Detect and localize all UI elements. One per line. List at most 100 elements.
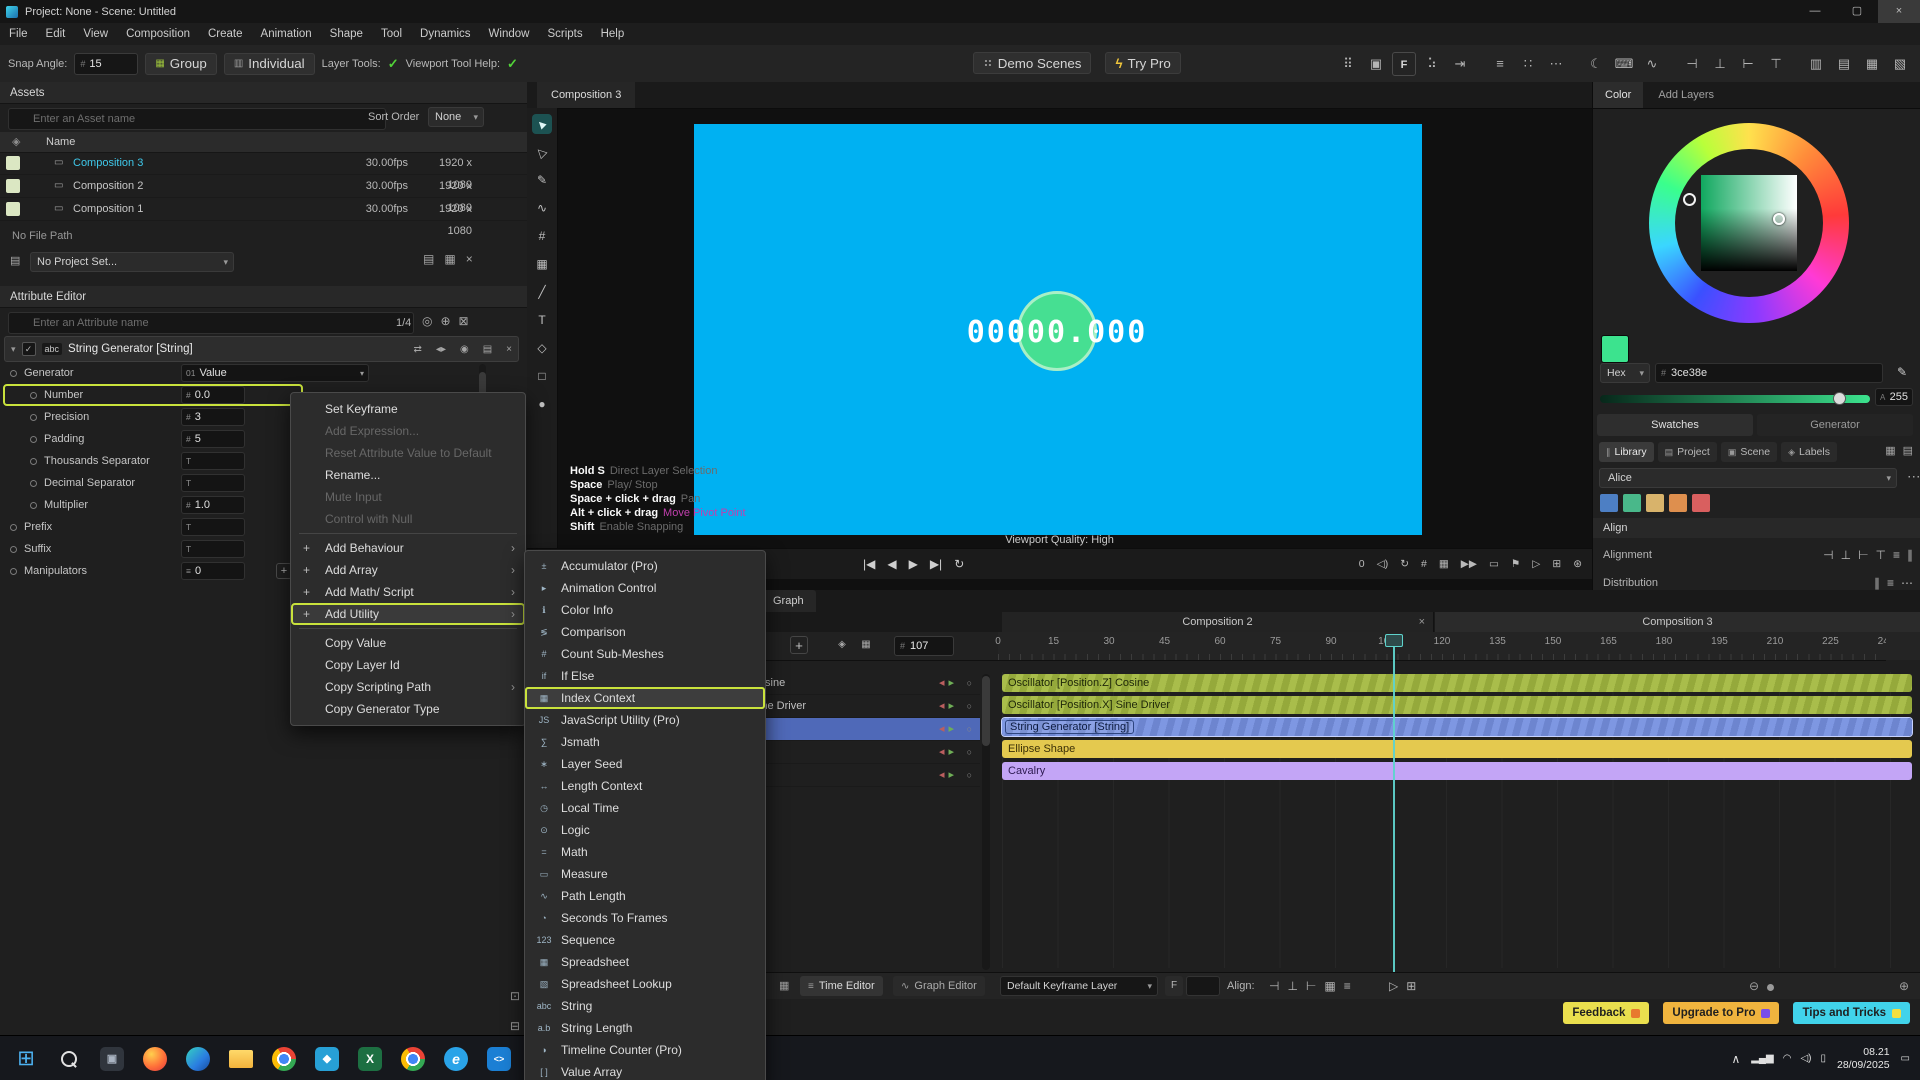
timeline-panel-tab[interactable]: Graph (761, 590, 816, 612)
viewport-tool[interactable]: T (532, 310, 552, 330)
context-menu-item[interactable]: + Add Behaviour › (291, 537, 525, 559)
tab-graph-editor[interactable]: ∿Graph Editor (893, 976, 985, 996)
alignment-icon[interactable]: ⊤ (1876, 548, 1886, 562)
sort-order-dropdown[interactable]: None▾ (428, 107, 484, 127)
zoom-in-icon[interactable]: ⊕ (1899, 973, 1909, 999)
prev-keyframe-icon[interactable]: ◂ (939, 769, 945, 781)
utility-menu-item[interactable]: [ ] Value Array (525, 1061, 765, 1080)
tab-composition-2[interactable]: Composition 2× (1002, 612, 1434, 632)
node-header[interactable]: ▾ ✓ abc String Generator [String] ⇄◂▸◉▤× (4, 336, 519, 362)
toolbar-icon[interactable]: ⊣ (1680, 52, 1704, 76)
context-menu-item[interactable]: Copy Value (291, 632, 525, 654)
taskbar-search-button[interactable] (51, 1043, 87, 1075)
enabled-checkbox[interactable]: ✓ (22, 342, 36, 356)
connection-socket[interactable] (10, 568, 17, 575)
keyframe-align-icon[interactable]: ⊢ (1306, 979, 1316, 993)
menu-item[interactable]: View (74, 23, 117, 45)
attribute-value-field[interactable]: T (181, 518, 245, 536)
palette-swatch[interactable] (1692, 494, 1710, 512)
alpha-value-field[interactable]: A 255 (1875, 388, 1913, 406)
palette-swatch[interactable] (1669, 494, 1687, 512)
palette-dropdown[interactable]: Alice▾ (1599, 468, 1897, 488)
asset-row[interactable]: ▭ Composition 1 30.00fps 1920 x 1080 (0, 198, 527, 221)
keyframe-layer-dropdown[interactable]: Default Keyframe Layer▾ (1000, 976, 1158, 996)
node-header-icon[interactable]: ◂▸ (436, 344, 446, 355)
attribute-value-field[interactable]: T (181, 540, 245, 558)
viewport-tool[interactable]: ◁ (532, 142, 552, 162)
viewport-tool[interactable]: ✎ (532, 170, 552, 190)
open-folder-icon[interactable]: ▤ (423, 252, 434, 266)
utility-menu-item[interactable]: ▭ Measure (525, 863, 765, 885)
menu-item[interactable]: File (0, 23, 37, 45)
menu-item[interactable]: Shape (321, 23, 372, 45)
tray-icon[interactable]: ▯ (1820, 1053, 1826, 1064)
context-menu-item[interactable]: + Add Array › (291, 559, 525, 581)
edge-button[interactable] (180, 1043, 216, 1075)
swatch-source-button[interactable]: ◈Labels (1781, 442, 1837, 462)
alpha-slider[interactable] (1600, 395, 1870, 403)
swatch-source-button[interactable]: ▤Project (1658, 442, 1717, 462)
viewport-tool[interactable]: ◇ (532, 338, 552, 358)
utility-menu-item[interactable]: abc String (525, 995, 765, 1017)
viewport-status-icon[interactable]: ◁) (1377, 558, 1389, 570)
menu-item[interactable]: Scripts (538, 23, 591, 45)
layer-bar[interactable]: String Generator [String] (1002, 718, 1912, 736)
transport-button[interactable]: |◀ (863, 557, 875, 571)
tray-icon[interactable]: ◁) (1800, 1053, 1811, 1064)
utility-menu-item[interactable]: ◔ Seconds To Frames (525, 907, 765, 929)
viewport-status-icon[interactable]: ⊞ (1552, 558, 1561, 570)
distribution-icon[interactable]: ∥ (1874, 576, 1880, 590)
transport-button[interactable]: ↻ (954, 557, 964, 571)
viewport-status-icon[interactable]: ▶▶ (1461, 558, 1477, 570)
explorer-button[interactable] (223, 1043, 259, 1075)
transport-button[interactable]: ◀ (887, 557, 896, 571)
toolbar-icon[interactable]: ▥ (1804, 52, 1828, 76)
clock[interactable]: 08.21 28/09/2025 (1837, 1046, 1890, 1072)
asset-search-input[interactable] (8, 108, 386, 130)
tab-generator[interactable]: Generator (1757, 414, 1913, 436)
trash-icon[interactable]: × (466, 252, 473, 266)
timeline-ruler[interactable]: 0153045607590105120135150165180195210225… (998, 632, 1886, 661)
utility-menu-item[interactable]: ± Accumulator (Pro) (525, 555, 765, 577)
utility-menu-item[interactable]: ≶ Comparison (525, 621, 765, 643)
context-menu-item[interactable]: Copy Scripting Path › (291, 676, 525, 698)
tab-swatches[interactable]: Swatches (1597, 414, 1753, 436)
utility-menu-item[interactable]: ◑ Timeline Counter (Pro) (525, 1039, 765, 1061)
tab-time-editor[interactable]: ≡Time Editor (800, 976, 883, 996)
keyframe-align-icon[interactable]: ⊣ (1269, 979, 1279, 993)
toolbar-icon[interactable]: ≡ (1488, 52, 1512, 76)
promo-button[interactable]: Tips and Tricks (1793, 1002, 1910, 1024)
utility-menu-item[interactable]: ∿ Path Length (525, 885, 765, 907)
prev-keyframe-icon[interactable]: ◂ (939, 746, 945, 758)
next-keyframe-icon[interactable]: ▸ (948, 769, 954, 781)
next-keyframe-icon[interactable]: ▸ (948, 746, 954, 758)
eyedropper-icon[interactable]: ✎ (1891, 361, 1913, 383)
utility-menu-item[interactable]: ▸ Animation Control (525, 577, 765, 599)
start-button[interactable]: ⊞ (8, 1043, 44, 1075)
keyframe-toggle-icon[interactable]: ○ (967, 764, 972, 786)
distribution-icon[interactable]: ⋯ (1901, 576, 1913, 590)
layer-bar[interactable]: Cavalry (1002, 762, 1912, 780)
toolbar-icon[interactable]: ▤ (1832, 52, 1856, 76)
snap-angle-input[interactable]: #15 (74, 53, 138, 75)
sv-selector-dot[interactable] (1773, 213, 1785, 225)
utility-menu-item[interactable]: ▧ Spreadsheet Lookup (525, 973, 765, 995)
toolbar-icon[interactable]: ☾ (1584, 52, 1608, 76)
toolbar-icon[interactable]: ∷ (1516, 52, 1540, 76)
edge-2-button[interactable]: e (438, 1043, 474, 1075)
context-menu-item[interactable] (291, 530, 525, 537)
attribute-value-field[interactable]: 01 Value ▾ (181, 364, 369, 382)
current-frame-field[interactable]: # 107 (894, 636, 954, 656)
keyframe-toggle-icon[interactable]: ○ (967, 695, 972, 717)
viewport-tool[interactable]: ● (532, 394, 552, 414)
context-menu-item[interactable] (291, 625, 525, 632)
viewport-tab[interactable]: Composition 3 (537, 82, 635, 108)
utility-menu-item[interactable]: ↔ Length Context (525, 775, 765, 797)
node-header-icon[interactable]: ⇄ (414, 344, 422, 355)
prev-keyframe-icon[interactable]: ◂ (939, 723, 945, 735)
menu-item[interactable]: Composition (117, 23, 199, 45)
attribute-value-field[interactable]: T (181, 452, 245, 470)
frame-offset-field[interactable] (1186, 976, 1220, 996)
view-mode-icon[interactable]: ▤ (1903, 444, 1913, 457)
toolbar-icon[interactable]: ▧ (1888, 52, 1912, 76)
